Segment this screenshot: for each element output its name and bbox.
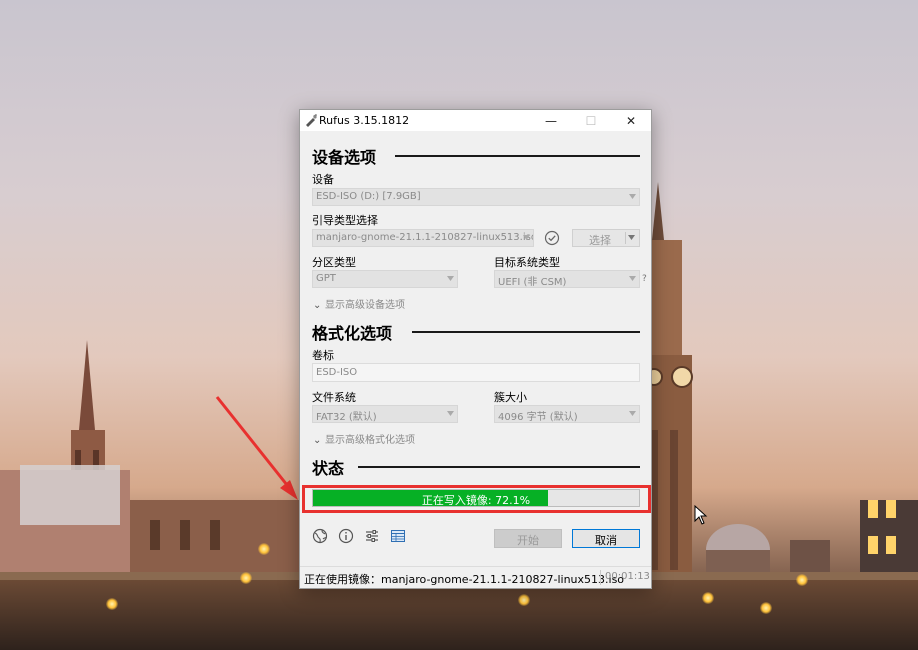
start-button[interactable]: 开始 [494, 529, 562, 548]
chevron-down-icon [447, 276, 454, 281]
boot-selection-label: 引导类型选择 [312, 214, 378, 227]
target-system-value: UEFI (非 CSM) [498, 277, 567, 288]
verify-checksum-icon[interactable] [544, 230, 560, 246]
mouse-cursor-icon [694, 505, 708, 525]
annotation-highlight-box [302, 485, 651, 513]
section-divider [358, 466, 640, 468]
cancel-button[interactable]: 取消 [572, 529, 640, 548]
volume-label-label: 卷标 [312, 349, 334, 362]
volume-label-input[interactable]: ESD-ISO [312, 363, 640, 382]
device-value: ESD-ISO (D:) [7.9GB] [316, 191, 421, 202]
rufus-window: Rufus 3.15.1812 — ☐ ✕ [299, 109, 652, 589]
info-icon[interactable] [338, 528, 354, 544]
chevron-down-icon [629, 411, 636, 416]
show-advanced-drive-toggle[interactable]: ⌄ 显示高级设备选项 [313, 296, 405, 311]
log-icon[interactable] [390, 528, 406, 544]
rufus-app-icon [306, 114, 317, 127]
status-bar: 正在使用镜像：manjaro-gnome-21.1.1-210827-linux… [300, 566, 651, 588]
chevron-down-icon [447, 411, 454, 416]
maximize-button[interactable]: ☐ [571, 110, 611, 131]
select-button-label: 选择 [589, 234, 611, 247]
cluster-size-combobox[interactable]: 4096 字节 (默认) [494, 405, 640, 423]
format-options-heading: 格式化选项 [312, 324, 393, 343]
status-message: 正在使用镜像：manjaro-gnome-21.1.1-210827-linux… [304, 573, 625, 586]
partition-scheme-label: 分区类型 [312, 256, 356, 269]
cluster-size-label: 簇大小 [494, 391, 527, 404]
device-options-heading: 设备选项 [312, 148, 377, 167]
status-heading: 状态 [312, 459, 345, 478]
device-combobox[interactable]: ESD-ISO (D:) [7.9GB] [312, 188, 640, 206]
partition-scheme-value: GPT [316, 273, 336, 284]
select-image-button[interactable]: 选择 [572, 229, 640, 247]
minimize-button[interactable]: — [531, 110, 571, 131]
device-label: 设备 [312, 173, 334, 186]
file-system-value: FAT32 (默认) [316, 412, 377, 423]
target-system-combobox[interactable]: UEFI (非 CSM) [494, 270, 640, 288]
chevron-down-icon [629, 276, 636, 281]
globe-icon[interactable] [312, 528, 328, 544]
chevron-down-icon: ⌄ [313, 435, 322, 446]
settings-icon[interactable] [364, 528, 380, 544]
target-system-label: 目标系统类型 [494, 256, 560, 269]
partition-scheme-combobox[interactable]: GPT [312, 270, 458, 288]
chevron-down-icon [523, 235, 530, 240]
elapsed-time: 00:01:13 [605, 571, 650, 582]
window-title: Rufus 3.15.1812 [319, 114, 410, 127]
chevron-down-icon: ⌄ [313, 300, 322, 311]
chevron-down-icon [628, 235, 635, 240]
boot-selection-combobox[interactable]: manjaro-gnome-21.1.1-210827-linux513.iso [312, 229, 534, 247]
close-button[interactable]: ✕ [611, 110, 651, 131]
section-divider [412, 331, 640, 333]
file-system-combobox[interactable]: FAT32 (默认) [312, 405, 458, 423]
advanced-format-label: 显示高级格式化选项 [325, 435, 415, 446]
title-bar[interactable]: Rufus 3.15.1812 — ☐ ✕ [300, 110, 651, 131]
boot-selection-value: manjaro-gnome-21.1.1-210827-linux513.iso [316, 232, 534, 243]
chevron-down-icon [629, 194, 636, 199]
cluster-size-value: 4096 字节 (默认) [498, 412, 578, 423]
file-system-label: 文件系统 [312, 391, 356, 404]
section-divider [395, 155, 640, 157]
advanced-drive-label: 显示高级设备选项 [325, 300, 405, 311]
show-advanced-format-toggle[interactable]: ⌄ 显示高级格式化选项 [313, 431, 415, 446]
target-help-icon[interactable]: ? [642, 274, 647, 284]
